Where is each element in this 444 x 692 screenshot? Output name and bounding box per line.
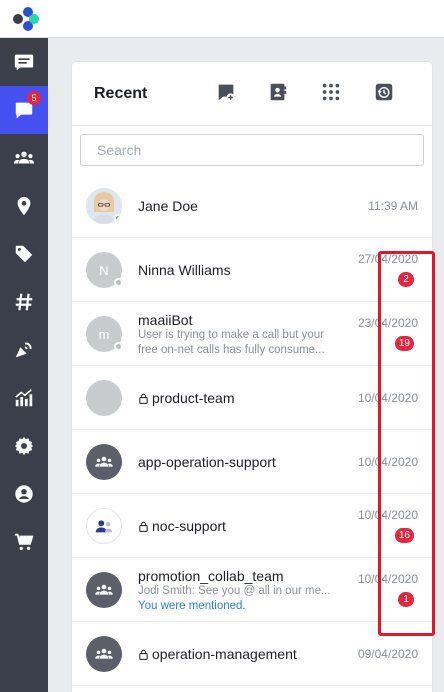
message-preview: User is trying to make a call but your xyxy=(138,329,324,341)
group-icon xyxy=(95,456,113,467)
conversation-time: 27/04/2020 xyxy=(357,252,418,266)
sidebar-item-analytics[interactable] xyxy=(0,374,48,422)
cart-icon xyxy=(14,533,34,551)
app-logo-icon[interactable] xyxy=(10,6,42,32)
new-chat-button[interactable] xyxy=(214,80,238,104)
message-list-icon xyxy=(14,54,34,71)
lock-icon xyxy=(139,393,148,404)
recent-panel: Recent Jane Doe 11:39 AM N xyxy=(72,62,432,692)
mention-notice: You were mentioned. xyxy=(138,600,246,612)
sidebar-item-settings[interactable] xyxy=(0,422,48,470)
conversation-time: 10/04/2020 xyxy=(357,455,418,469)
message-preview: Jodi Smith: See you @ all in our me... xyxy=(138,585,331,597)
account-icon xyxy=(15,485,33,503)
online-status-dot xyxy=(114,214,122,223)
conversation-time: 11:39 AM xyxy=(368,199,418,213)
sidebar-item-channels[interactable] xyxy=(0,278,48,326)
unread-badge: 1 xyxy=(398,592,414,607)
conversation-name: app-operation-support xyxy=(138,454,276,470)
avatar xyxy=(86,444,122,480)
analytics-icon xyxy=(15,389,33,407)
group-icon xyxy=(95,584,113,595)
chat-unread-badge: 5 xyxy=(27,91,41,105)
conversation-row[interactable]: promotion_collab_team Jodi Smith: See yo… xyxy=(72,558,432,622)
sidebar-item-cart[interactable] xyxy=(0,518,48,566)
conversation-name: Jane Doe xyxy=(138,198,198,214)
conversation-row[interactable]: app-operation-support 10/04/2020 xyxy=(72,430,432,494)
offline-status-dot xyxy=(114,342,123,351)
broadcast-icon xyxy=(15,342,32,358)
conversation-list: Jane Doe 11:39 AM N Ninna Williams 27/04… xyxy=(72,174,432,686)
conversation-name: maaiiBot xyxy=(138,312,193,328)
history-icon xyxy=(375,83,393,101)
conversation-name: product-team xyxy=(152,390,235,406)
conversation-row[interactable]: N Ninna Williams 27/04/2020 2 xyxy=(72,238,432,302)
avatar xyxy=(86,508,122,544)
sidebar-item-tags[interactable] xyxy=(0,230,48,278)
apps-button[interactable] xyxy=(319,80,343,104)
conversation-time: 10/04/2020 xyxy=(357,572,418,586)
top-bar xyxy=(0,0,444,38)
conversation-time: 09/04/2020 xyxy=(357,647,418,661)
sidebar-item-people[interactable] xyxy=(0,134,48,182)
conversation-row[interactable]: m maaiiBot User is trying to make a call… xyxy=(72,302,432,366)
conversation-name-wrap: noc-support xyxy=(138,518,226,534)
conversation-time: 10/04/2020 xyxy=(357,508,418,522)
apps-grid-icon xyxy=(322,83,340,101)
sidebar-item-broadcast[interactable] xyxy=(0,326,48,374)
sidebar-nav: 5 xyxy=(0,38,48,692)
sidebar-item-location[interactable] xyxy=(0,182,48,230)
group-icon xyxy=(95,648,113,659)
sidebar-item-chats[interactable]: 5 xyxy=(0,86,48,134)
settings-icon xyxy=(14,436,34,456)
conversation-name-wrap: operation-management xyxy=(138,646,297,662)
conversation-name: operation-management xyxy=(152,646,297,662)
lock-icon xyxy=(139,649,148,660)
search-input[interactable] xyxy=(80,134,424,166)
hashtag-icon xyxy=(15,293,33,311)
unread-badge: 16 xyxy=(394,528,414,543)
tag-icon xyxy=(15,245,33,263)
location-pin-icon xyxy=(17,196,31,216)
offline-status-dot xyxy=(114,278,123,287)
conversation-row[interactable]: product-team 10/04/2020 xyxy=(72,366,432,430)
people-icon xyxy=(13,151,35,164)
panel-title: Recent xyxy=(94,85,148,102)
conversation-name: promotion_collab_team xyxy=(138,568,284,584)
avatar-initial: m xyxy=(98,326,110,342)
unread-badge: 2 xyxy=(398,272,414,287)
avatar xyxy=(86,380,122,416)
conversation-row[interactable]: noc-support 10/04/2020 16 xyxy=(72,494,432,558)
lock-icon xyxy=(139,521,148,532)
sidebar-item-messages[interactable] xyxy=(0,38,48,86)
conversation-row[interactable]: operation-management 09/04/2020 xyxy=(72,622,432,686)
sidebar-item-account[interactable] xyxy=(0,470,48,518)
avatar-initial: N xyxy=(99,262,109,278)
avatar xyxy=(86,188,122,224)
conversation-row[interactable]: Jane Doe 11:39 AM xyxy=(72,174,432,238)
conversation-time: 10/04/2020 xyxy=(357,391,418,405)
unread-badge: 19 xyxy=(394,336,414,351)
avatar: m xyxy=(86,316,123,352)
contacts-button[interactable] xyxy=(266,80,290,104)
avatar xyxy=(86,572,122,608)
contacts-book-icon xyxy=(270,83,287,101)
history-button[interactable] xyxy=(372,80,396,104)
group-icon xyxy=(95,520,112,533)
panel-header: Recent xyxy=(72,62,432,126)
message-preview: free on-net calls has fully consume... xyxy=(138,344,325,356)
avatar: N xyxy=(86,252,123,288)
conversation-name: noc-support xyxy=(152,518,226,534)
conversation-time: 23/04/2020 xyxy=(357,316,418,330)
avatar xyxy=(86,636,122,672)
conversation-name-wrap: product-team xyxy=(138,390,234,406)
conversation-name: Ninna Williams xyxy=(138,262,231,278)
new-chat-icon xyxy=(218,84,235,102)
